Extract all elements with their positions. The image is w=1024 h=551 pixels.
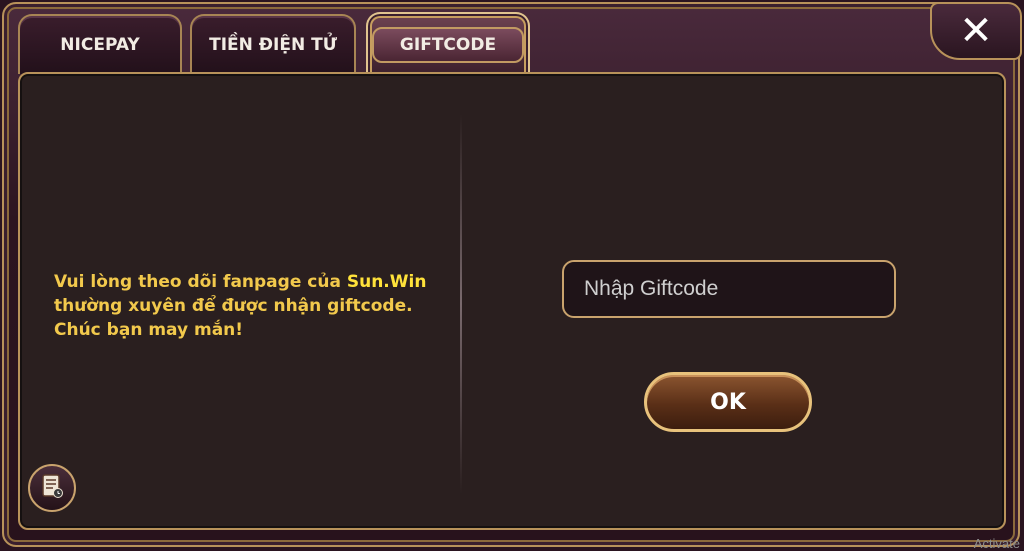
info-line2: thường xuyên để được nhận giftcode. <box>54 296 413 316</box>
info-line1-prefix: Vui lòng theo dõi fanpage của <box>54 272 347 292</box>
ok-label: OK <box>710 389 746 415</box>
tab-giftcode-label: GIFTCODE <box>371 27 525 63</box>
giftcode-panel: Vui lòng theo dõi fanpage của Sun.Win th… <box>18 72 1006 530</box>
activate-watermark: Activate <box>973 536 1020 551</box>
close-icon: ✕ <box>959 8 993 54</box>
tab-giftcode[interactable]: GIFTCODE <box>366 12 530 76</box>
tab-nicepay-label: NICEPAY <box>60 35 140 55</box>
tab-crypto-label: TIỀN ĐIỆN TỬ <box>209 35 337 55</box>
info-line3: Chúc bạn may mắn! <box>54 320 244 340</box>
tab-nicepay[interactable]: NICEPAY <box>18 14 182 74</box>
panel-divider <box>460 114 462 494</box>
history-button[interactable] <box>28 464 76 512</box>
giftcode-info-text: Vui lòng theo dõi fanpage của Sun.Win th… <box>54 270 434 342</box>
tab-crypto[interactable]: TIỀN ĐIỆN TỬ <box>190 14 356 74</box>
close-button[interactable]: ✕ <box>930 2 1022 60</box>
brand-name: Sun.Win <box>346 272 427 292</box>
giftcode-input[interactable] <box>562 260 896 318</box>
scroll-history-icon <box>40 473 64 503</box>
ok-button[interactable]: OK <box>644 372 812 432</box>
